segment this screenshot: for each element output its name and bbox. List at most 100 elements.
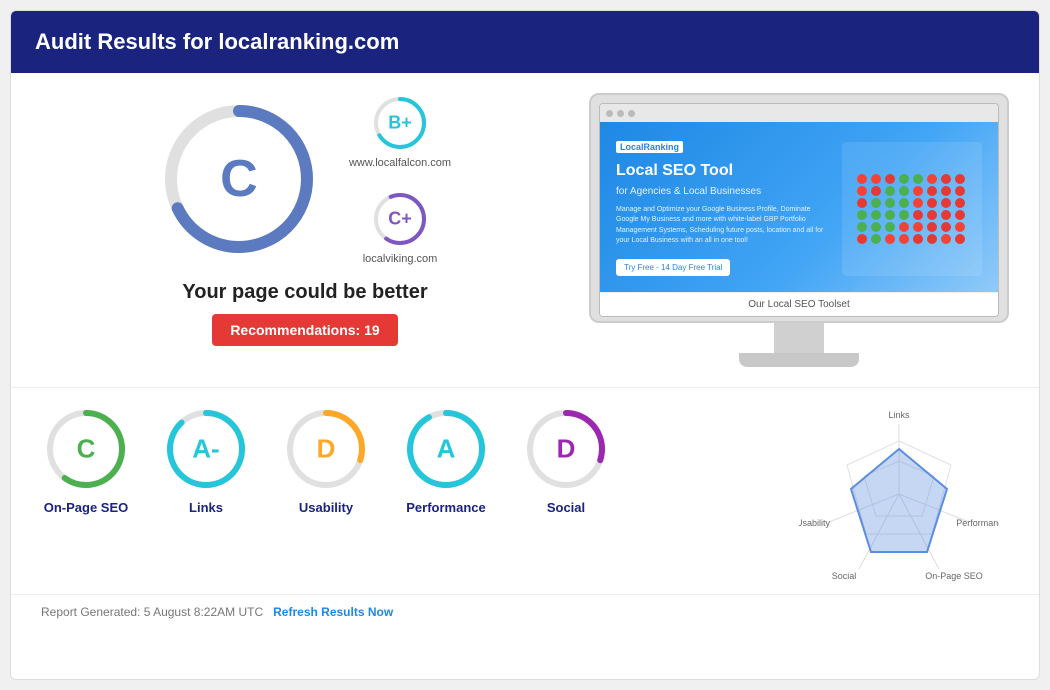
- grid-dot: [885, 222, 895, 232]
- score-label: Social: [547, 500, 585, 515]
- report-info: Report Generated: 5 August 8:22AM UTC: [41, 605, 263, 619]
- grid-dot: [913, 186, 923, 196]
- competitor-2: C+ localviking.com: [349, 189, 451, 265]
- grid-dot: [899, 186, 909, 196]
- grid-dot: [955, 174, 965, 184]
- grid-dot: [857, 222, 867, 232]
- grid-dot: [871, 234, 881, 244]
- browser-bar: [600, 104, 998, 122]
- score-circle: A: [401, 404, 491, 494]
- screen-bottom-label: Our Local SEO Toolset: [600, 292, 998, 316]
- score-label: Links: [189, 500, 223, 515]
- grid-dot: [885, 174, 895, 184]
- score-grade: A-: [192, 433, 219, 464]
- grid-dot: [941, 174, 951, 184]
- competitors-list: B+ www.localfalcon.com C+ localviking: [349, 93, 451, 265]
- radar-section: Links Performance On-Page SEO Social Usa…: [789, 404, 1009, 584]
- recommendations-button[interactable]: Recommendations: 19: [212, 314, 397, 346]
- score-circle: D: [281, 404, 371, 494]
- monitor-wrapper: LocalRanking Local SEO Tool for Agencies…: [589, 93, 1009, 367]
- grid-dot: [913, 210, 923, 220]
- grid-dot: [913, 234, 923, 244]
- grid-dot: [899, 198, 909, 208]
- page-header: Audit Results for localranking.com: [11, 11, 1039, 73]
- grid-dot: [885, 198, 895, 208]
- score-item-social: D Social: [521, 404, 611, 515]
- audit-card: Audit Results for localranking.com C: [10, 10, 1040, 680]
- score-message: Your page could be better: [182, 281, 427, 304]
- bottom-section: C On-Page SEO A- Links D Usability: [11, 387, 1039, 594]
- score-label: On-Page SEO: [44, 500, 129, 515]
- competitor-1-circle: B+: [370, 93, 430, 153]
- svg-text:On-Page SEO: On-Page SEO: [925, 571, 983, 581]
- monitor: LocalRanking Local SEO Tool for Agencies…: [589, 93, 1009, 323]
- radar-chart: Links Performance On-Page SEO Social Usa…: [799, 404, 999, 584]
- grid-dot: [927, 222, 937, 232]
- grid-dot: [871, 210, 881, 220]
- grid-dot: [913, 198, 923, 208]
- left-panel: C B+ www.localfalcon.com: [41, 93, 569, 367]
- competitor-1-label: www.localfalcon.com: [349, 157, 451, 169]
- grid-dot: [857, 234, 867, 244]
- preview-title: Local SEO Tool: [616, 161, 830, 182]
- grid-dot: [941, 222, 951, 232]
- grid-dot: [885, 210, 895, 220]
- grid-dot: [927, 210, 937, 220]
- preview-map: [842, 142, 982, 276]
- score-circle: A-: [161, 404, 251, 494]
- grid-dot: [955, 234, 965, 244]
- monitor-stand-base: [739, 353, 859, 367]
- grid-dot: [941, 186, 951, 196]
- score-item-usability: D Usability: [281, 404, 371, 515]
- grid-dot: [927, 234, 937, 244]
- grid-dot: [927, 174, 937, 184]
- grid-dot: [871, 198, 881, 208]
- preview-subtitle: for Agencies & Local Businesses: [616, 186, 830, 197]
- monitor-stand-neck: [774, 323, 824, 353]
- grid-dot: [955, 186, 965, 196]
- preview-text: LocalRanking Local SEO Tool for Agencies…: [616, 142, 830, 276]
- grid-dot: [899, 174, 909, 184]
- grid-dot: [871, 186, 881, 196]
- grid-dot: [955, 222, 965, 232]
- footer: Report Generated: 5 August 8:22AM UTC Re…: [11, 594, 1039, 629]
- refresh-link[interactable]: Refresh Results Now: [273, 605, 393, 619]
- score-grade: D: [557, 433, 576, 464]
- score-circle: D: [521, 404, 611, 494]
- grid-dot: [857, 198, 867, 208]
- main-content: C B+ www.localfalcon.com: [11, 73, 1039, 387]
- preview-body-text: Manage and Optimize your Google Business…: [616, 205, 830, 247]
- score-label: Performance: [406, 500, 485, 515]
- score-grade: D: [317, 433, 336, 464]
- grid-dot: [899, 234, 909, 244]
- grid-dot: [955, 210, 965, 220]
- score-item-on-page-seo: C On-Page SEO: [41, 404, 131, 515]
- grid-dot: [927, 186, 937, 196]
- grid-dot: [941, 198, 951, 208]
- grid-dot: [871, 174, 881, 184]
- main-score-circle: C: [159, 99, 319, 259]
- website-preview: LocalRanking Local SEO Tool for Agencies…: [600, 122, 998, 292]
- score-item-performance: A Performance: [401, 404, 491, 515]
- browser-dot-3: [628, 110, 635, 117]
- browser-dot-1: [606, 110, 613, 117]
- score-item-links: A- Links: [161, 404, 251, 515]
- main-grade: C: [220, 149, 258, 209]
- grid-dot: [885, 186, 895, 196]
- svg-text:Social: Social: [832, 571, 857, 581]
- main-score-area: C B+ www.localfalcon.com: [159, 93, 451, 265]
- svg-text:Usability: Usability: [799, 518, 831, 528]
- competitor-2-circle: C+: [370, 189, 430, 249]
- score-grade: C: [77, 433, 96, 464]
- grid-dot: [955, 198, 965, 208]
- competitor-1-grade: B+: [388, 113, 412, 134]
- grid-dot: [871, 222, 881, 232]
- preview-cta-button[interactable]: Try Free - 14 Day Free Trial: [616, 259, 730, 276]
- svg-text:Links: Links: [888, 410, 910, 420]
- competitor-2-grade: C+: [388, 209, 412, 230]
- grid-dot: [857, 174, 867, 184]
- competitor-2-label: localviking.com: [363, 253, 438, 265]
- competitor-1: B+ www.localfalcon.com: [349, 93, 451, 169]
- preview-logo: LocalRanking: [616, 142, 830, 153]
- grid-dot: [941, 210, 951, 220]
